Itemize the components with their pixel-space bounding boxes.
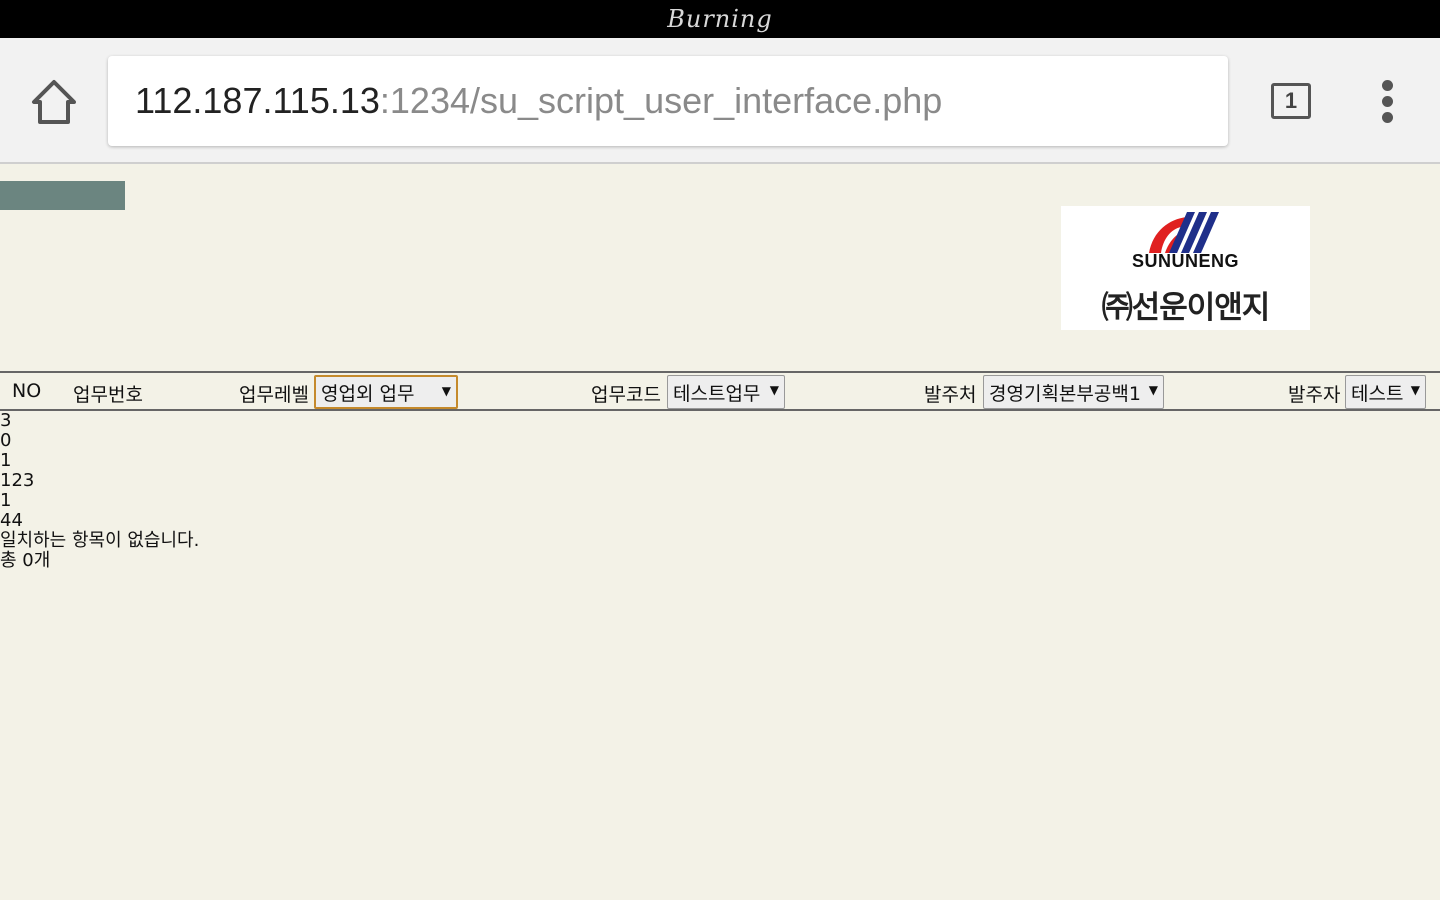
result-line: 1 <box>0 450 12 471</box>
work-level-selected: 영업외 업무 <box>321 382 415 405</box>
dropdown-arrow-icon: ▼ <box>1410 383 1420 397</box>
url-path: :1234/su_script_user_interface.php <box>379 80 943 121</box>
header-color-strip <box>0 181 125 210</box>
more-menu-button[interactable] <box>1372 80 1404 124</box>
total-count: 총 0개 <box>0 550 51 571</box>
url-host: 112.187.115.13 <box>135 80 380 121</box>
results-area: 3 0 1 123 1 44 일치하는 항목이 없습니다. 총 0개 <box>0 411 199 571</box>
browser-toolbar: 112.187.115.13:1234/su_script_user_inter… <box>0 38 1440 164</box>
result-line: 44 <box>0 510 23 531</box>
orderer-label: 발주자 <box>1288 384 1341 406</box>
more-vert-icon-dot <box>1382 112 1393 123</box>
more-vert-icon-dot <box>1382 96 1393 107</box>
work-level-select[interactable]: 영업외 업무 ▼ <box>314 375 458 409</box>
filter-bar: NO 업무번호 업무레벨 영업외 업무 ▼ 업무코드 테스트업무 ▼ 발주처 경… <box>0 371 1440 411</box>
url-bar[interactable]: 112.187.115.13:1234/su_script_user_inter… <box>108 56 1228 146</box>
work-number-header: 업무번호 <box>73 384 143 406</box>
no-column-header: NO <box>12 380 42 402</box>
more-vert-icon <box>1382 80 1393 91</box>
dropdown-arrow-icon: ▼ <box>1148 383 1158 397</box>
dropdown-arrow-icon: ▼ <box>769 383 779 397</box>
result-line: 123 <box>0 470 35 491</box>
work-code-selected: 테스트업무 <box>673 382 761 405</box>
orderer-select[interactable]: 테스트 ▼ <box>1345 375 1426 409</box>
client-selected: 경영기획본부공백1 <box>989 382 1141 405</box>
result-line: 3 <box>0 410 12 431</box>
result-line: 0 <box>0 430 12 451</box>
tab-count: 1 <box>1284 88 1298 113</box>
sununeng-logo-icon <box>1149 212 1219 253</box>
status-bar: Burning <box>0 0 1440 38</box>
work-level-label: 업무레벨 <box>239 384 309 406</box>
home-icon <box>32 80 76 124</box>
home-button[interactable] <box>28 76 80 128</box>
logo-korean-name: ㈜선운이앤지 <box>1101 290 1271 326</box>
result-line: 1 <box>0 490 12 511</box>
orderer-selected: 테스트 <box>1351 382 1404 405</box>
client-label: 발주처 <box>924 384 977 406</box>
work-code-select[interactable]: 테스트업무 ▼ <box>667 375 785 409</box>
dropdown-arrow-icon: ▼ <box>441 384 451 398</box>
no-match-message: 일치하는 항목이 없습니다. <box>0 530 200 551</box>
tab-switcher-button[interactable]: 1 <box>1271 83 1311 119</box>
client-select[interactable]: 경영기획본부공백1 ▼ <box>983 375 1164 409</box>
logo-english-name: SUNUNENG <box>1131 251 1239 271</box>
company-logo: SUNUNENG ㈜선운이앤지 <box>1061 206 1310 330</box>
status-bar-title: Burning <box>667 5 773 33</box>
work-code-label: 업무코드 <box>591 384 661 406</box>
